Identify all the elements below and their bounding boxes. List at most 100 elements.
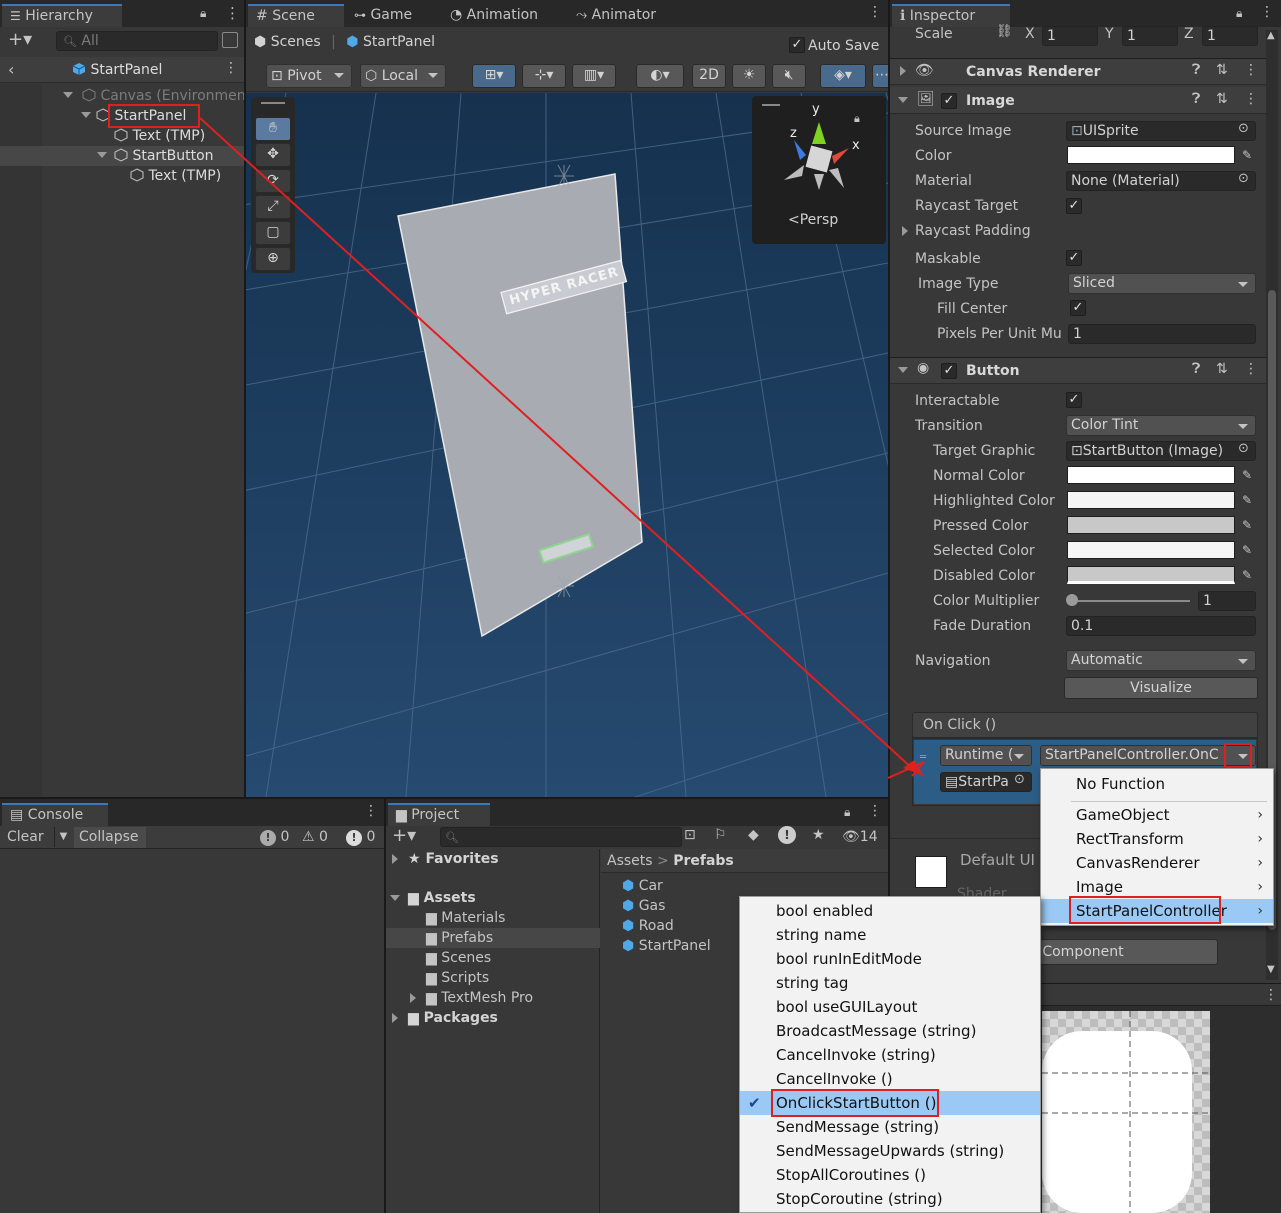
save-search-icon[interactable]: ◆ [748, 827, 759, 843]
pressed-color-swatch[interactable] [1067, 516, 1235, 534]
menu-item-function[interactable]: bool enabled [740, 899, 1040, 923]
mode-2d-button[interactable]: 2D [692, 64, 726, 88]
gizmos-button[interactable]: ⋯ [872, 64, 888, 88]
menu-item-function[interactable]: string tag [740, 971, 1040, 995]
eyedropper-icon[interactable]: ✎ [1237, 541, 1257, 559]
menu-item-function[interactable]: StopCoroutine (string) [740, 1187, 1040, 1211]
runtime-dropdown[interactable]: Runtime ( [940, 745, 1032, 766]
eyedropper-icon[interactable]: ✎ [1237, 466, 1257, 484]
scale-y-input[interactable]: 1 [1122, 26, 1178, 46]
object-picker-icon[interactable]: ⊙ [1238, 171, 1249, 186]
breadcrumb-current[interactable]: StartPanel [363, 34, 435, 50]
expand-arrow-icon[interactable] [63, 92, 73, 98]
preset-icon[interactable]: ⇅ [1216, 361, 1228, 377]
preset-icon[interactable]: ⇅ [1216, 91, 1228, 107]
clear-button[interactable]: Clear [7, 827, 44, 847]
tree-packages[interactable]: ▆ Packages [408, 1008, 498, 1028]
eyedropper-icon[interactable]: ✎ [1237, 566, 1257, 584]
tab-project[interactable]: ▆ Project [388, 803, 490, 826]
tree-folder-scripts[interactable]: ▆ Scripts [426, 968, 489, 988]
hierarchy-search-input[interactable]: 🔍︎ All [56, 31, 218, 51]
snap-increment-button[interactable]: ⊹▾ [522, 64, 566, 88]
maskable-checkbox[interactable]: ✓ [1066, 250, 1082, 266]
tree-folder-scenes[interactable]: ▆ Scenes [426, 948, 491, 968]
scale-tool-icon[interactable]: ⤢ [255, 195, 291, 219]
hierarchy-item-text[interactable]: Text (TMP) [114, 126, 205, 146]
menu-item-function[interactable]: string name [740, 923, 1040, 947]
preset-icon[interactable]: ⇅ [1216, 62, 1228, 78]
scale-z-input[interactable]: 1 [1202, 26, 1258, 46]
lock-icon[interactable]: 🔒︎ [1236, 6, 1242, 21]
more-icon[interactable]: ⋮ [225, 4, 240, 22]
more-icon[interactable]: ⋮ [1264, 987, 1278, 1003]
fill-center-checkbox[interactable]: ✓ [1070, 300, 1086, 316]
color-multiplier-input[interactable]: 1 [1198, 591, 1256, 611]
grid-snap-button[interactable]: ⊞▾ [472, 64, 516, 88]
tree-assets[interactable]: ▆ Assets [408, 888, 476, 908]
collapse-arrow-icon[interactable] [900, 66, 906, 76]
hierarchy-item-canvas[interactable]: Canvas (Environmen [82, 86, 244, 106]
search-options-icon[interactable] [222, 32, 238, 48]
more-icon[interactable]: ⋮ [868, 803, 882, 819]
target-graphic-field[interactable]: ⊡StartButton (Image) [1066, 441, 1256, 461]
lighting-button[interactable]: ☀ [732, 64, 766, 88]
audio-button[interactable]: 🔇︎ [772, 64, 806, 88]
tab-console[interactable]: ▤ Console [2, 803, 108, 826]
move-tool-icon[interactable]: ✥ [255, 143, 291, 167]
more-icon[interactable]: ⋮ [868, 4, 882, 20]
tab-game[interactable]: ⊶ Game [346, 4, 420, 27]
scroll-up-icon[interactable]: ▲ [1267, 30, 1275, 41]
link-icon[interactable]: ⛓︎ [996, 24, 1013, 39]
menu-item-function[interactable]: CancelInvoke (string) [740, 1043, 1040, 1067]
object-picker-icon[interactable]: ⊙ [1014, 772, 1025, 787]
eyedropper-icon[interactable]: ✎ [1237, 516, 1257, 534]
eyedropper-icon[interactable]: ✎ [1237, 146, 1257, 164]
expand-arrow-icon[interactable] [392, 1013, 398, 1023]
pivot-dropdown[interactable]: ⊡ Pivot [266, 64, 352, 88]
menu-item-function[interactable]: bool useGUILayout [740, 995, 1040, 1019]
object-picker-icon[interactable]: ⊙ [1238, 121, 1249, 136]
interactable-checkbox[interactable]: ✓ [1066, 392, 1082, 408]
scroll-down-icon[interactable]: ▼ [1267, 964, 1275, 975]
more-icon[interactable]: ⋮ [1244, 91, 1258, 107]
color-multiplier-slider-track[interactable] [1072, 600, 1190, 602]
object-picker-icon[interactable]: ⊙ [1238, 441, 1249, 456]
collapse-button[interactable]: Collapse [74, 827, 146, 848]
drag-handle[interactable] [261, 102, 285, 104]
transform-tool-icon[interactable]: ⊕ [255, 247, 291, 271]
menu-item-function[interactable]: StopAllCoroutines () [740, 1163, 1040, 1187]
tab-animator[interactable]: ⤳ Animator [568, 4, 664, 27]
expand-arrow-icon[interactable] [392, 854, 398, 864]
local-dropdown[interactable]: ⬡ Local [360, 64, 446, 88]
color-multiplier-slider-handle[interactable] [1066, 594, 1078, 606]
help-icon[interactable]: ❓︎ [1192, 62, 1200, 78]
collapse-arrow-icon[interactable] [898, 97, 908, 103]
more-icon[interactable]: ⋮ [1244, 62, 1258, 78]
rotate-tool-icon[interactable]: ⟳ [255, 169, 291, 193]
tree-favorites[interactable]: ★ Favorites [408, 849, 499, 869]
help-icon[interactable]: ❓︎ [1192, 91, 1200, 107]
back-chevron-icon[interactable]: ‹ [8, 60, 14, 79]
eyedropper-icon[interactable]: ✎ [1237, 491, 1257, 509]
search-by-type-icon[interactable]: ⊡ [684, 827, 696, 843]
image-enabled-checkbox[interactable]: ✓ [941, 93, 957, 109]
tab-animation[interactable]: ◔ Animation [442, 4, 546, 27]
navigation-dropdown[interactable]: Automatic [1066, 650, 1256, 671]
menu-item-function[interactable]: bool runInEditMode [740, 947, 1040, 971]
lock-icon[interactable]: 🔒︎ [844, 805, 850, 820]
menu-item-gameobject[interactable]: GameObject › [1041, 803, 1273, 827]
create-button[interactable]: +▾ [392, 826, 416, 846]
persp-label[interactable]: <Persp [788, 210, 838, 230]
color-swatch[interactable] [1067, 146, 1235, 164]
lock-icon[interactable]: 🔒︎ [200, 6, 206, 21]
rect-tool-icon[interactable]: ▢ [255, 221, 291, 245]
hand-tool-icon[interactable]: ✋︎ [255, 117, 291, 141]
file-item[interactable]: ⬢ Gas [622, 896, 665, 916]
hierarchy-item-text[interactable]: Text (TMP) [130, 166, 221, 186]
tab-hierarchy[interactable]: ☰ Hierarchy [2, 4, 122, 27]
search-by-label-icon[interactable]: ⚐ [714, 827, 727, 843]
tree-folder-prefabs[interactable]: ▆ Prefabs [426, 928, 493, 948]
file-item[interactable]: ⬢ Car [622, 876, 663, 896]
add-component-button[interactable]: d Component [1020, 939, 1218, 965]
path-assets[interactable]: Assets [607, 853, 653, 869]
